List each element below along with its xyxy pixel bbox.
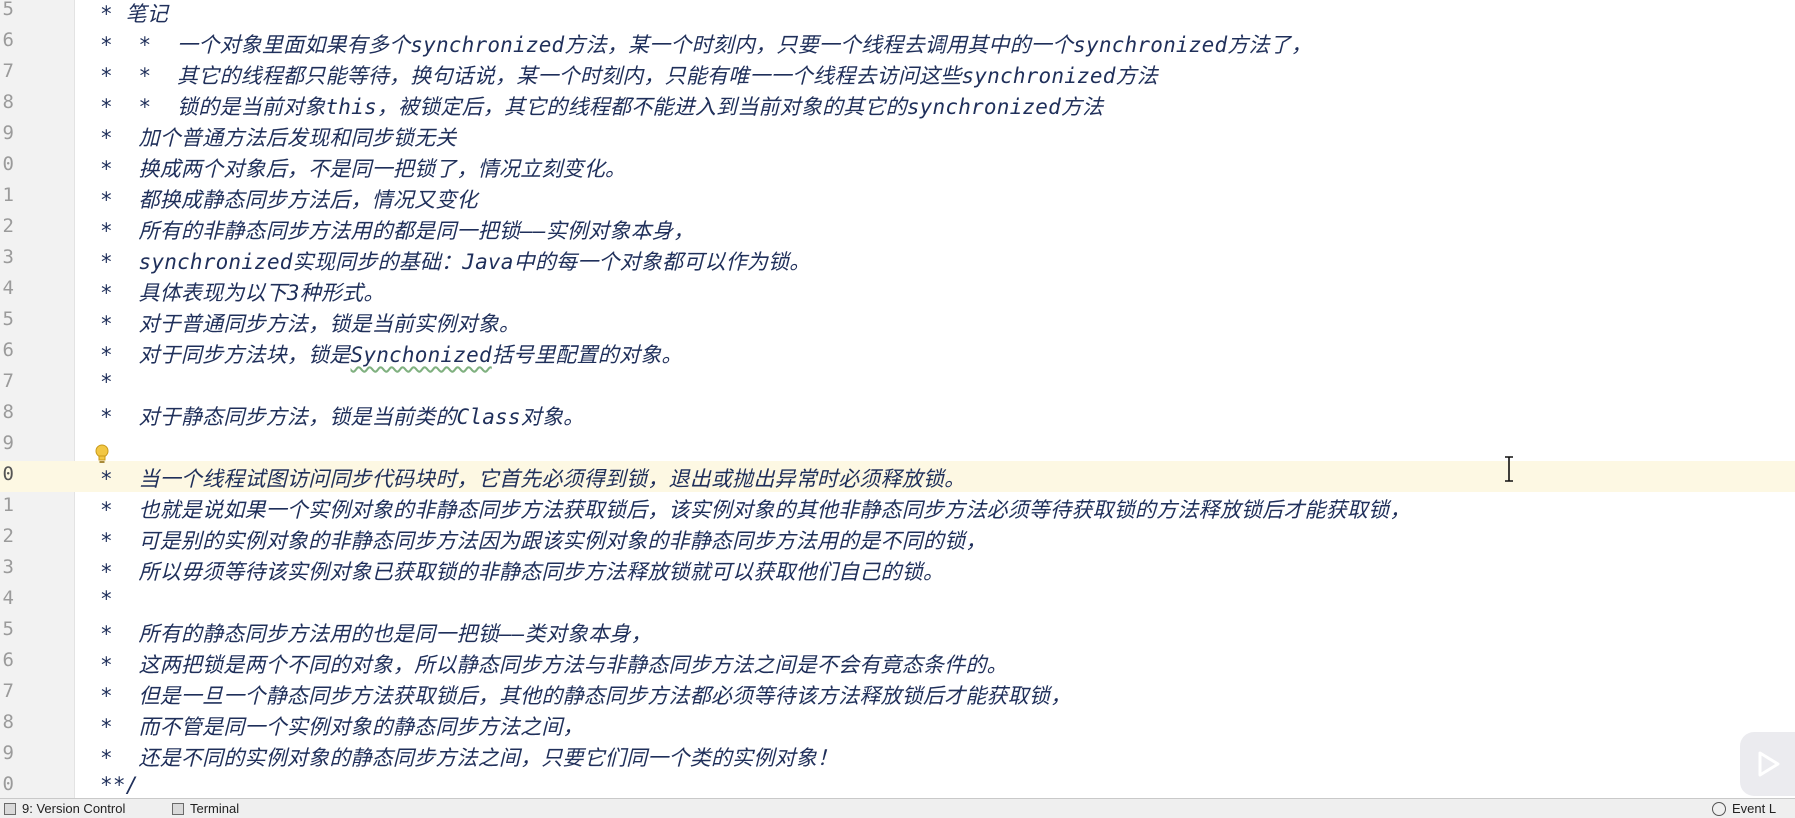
comment-text: * 所以毋须等待该实例对象已获取锁的非静态同步方法释放锁就可以获取他们自己的锁。 — [100, 560, 945, 584]
code-line[interactable]: 7 * * 其它的线程都只能等待，换句话说，某一个时刻内，只能有唯一一个线程去访问… — [0, 58, 1795, 89]
code-line[interactable]: 5 * 笔记 — [0, 0, 1795, 27]
line-number: 2 — [2, 525, 14, 547]
line-number: 0 — [2, 463, 14, 485]
line-number: 9 — [2, 742, 14, 764]
line-number: 9 — [2, 122, 14, 144]
line-number: 2 — [2, 215, 14, 237]
comment-text: * * 锁的是当前对象this，被锁定后，其它的线程都不能进入到当前对象的其它的… — [100, 95, 1104, 119]
code-line[interactable]: 3 * 所以毋须等待该实例对象已获取锁的非静态同步方法释放锁就可以获取他们自己的锁… — [0, 554, 1795, 585]
line-number: 8 — [2, 401, 14, 423]
comment-text: * * 一个对象里面如果有多个synchronized方法，某一个时刻内，只要一… — [100, 33, 1313, 57]
line-number: 5 — [2, 308, 14, 330]
comment-text: **/ — [100, 773, 139, 797]
code-line[interactable]: 5 * 对于普通同步方法，锁是当前实例对象。 — [0, 306, 1795, 337]
version-control-icon — [4, 802, 16, 815]
spellcheck-word: Synchonized — [350, 343, 492, 367]
comment-text: * 所有的非静态同步方法用的都是同一把锁——实例对象本身， — [100, 219, 695, 243]
code-line[interactable]: 8 * 对于静态同步方法，锁是当前类的Class对象。 — [0, 399, 1795, 430]
line-number: 8 — [2, 91, 14, 113]
comment-text: * 具体表现为以下3种形式。 — [100, 281, 385, 305]
line-number: 9 — [2, 432, 14, 454]
video-play-button[interactable] — [1740, 732, 1795, 796]
code-area[interactable]: 5 * 笔记 6 * * 一个对象里面如果有多个synchronized方法，某一个时… — [0, 0, 1795, 798]
version-control-label: 9: Version Control — [22, 801, 126, 816]
line-number: 5 — [2, 0, 14, 20]
comment-text: * 还是不同的实例对象的静态同步方法之间，只要它们同一个类的实例对象！ — [100, 746, 839, 770]
line-number: 3 — [2, 246, 14, 268]
comment-text: * 换成两个对象后，不是同一把锁了，情况立刻变化。 — [100, 157, 627, 181]
code-line[interactable]: 9 * 还是不同的实例对象的静态同步方法之间，只要它们同一个类的实例对象！ — [0, 740, 1795, 771]
code-line[interactable]: 8 * * 锁的是当前对象this，被锁定后，其它的线程都不能进入到当前对象的其它… — [0, 89, 1795, 120]
terminal-label: Terminal — [190, 801, 240, 816]
code-line[interactable]: 0 * 换成两个对象后，不是同一把锁了，情况立刻变化。 — [0, 151, 1795, 182]
line-number: 7 — [2, 60, 14, 82]
comment-text: * 也就是说如果一个实例对象的非静态同步方法获取锁后，该实例对象的其他非静态同步… — [100, 498, 1411, 522]
line-number: 0 — [2, 153, 14, 175]
event-log-tab[interactable]: Event L — [1712, 801, 1776, 816]
code-editor[interactable]: 5 * 笔记 6 * * 一个对象里面如果有多个synchronized方法，某一个时… — [0, 0, 1795, 798]
code-line[interactable]: 2 * 可是别的实例对象的非静态同步方法因为跟该实例对象的非静态同步方法用的是不同… — [0, 523, 1795, 554]
line-number: 4 — [2, 277, 14, 299]
code-line[interactable]: 3 * synchronized实现同步的基础：Java中的每一个对象都可以作为锁… — [0, 244, 1795, 275]
text-cursor-icon — [1505, 456, 1513, 482]
comment-text: * 但是一旦一个静态同步方法获取锁后，其他的静态同步方法都必须等待该方法释放锁后… — [100, 684, 1072, 708]
comment-text: * 对于同步方法块，锁是Synchonized括号里配置的对象。 — [100, 343, 683, 367]
terminal-tab[interactable]: Terminal — [172, 801, 239, 816]
line-number: 0 — [2, 773, 14, 795]
event-log-label: Event L — [1732, 801, 1777, 816]
line-number: 7 — [2, 680, 14, 702]
comment-text: * 对于静态同步方法，锁是当前类的Class对象。 — [100, 405, 585, 429]
code-line[interactable]: 1 * 都换成静态同步方法后，情况又变化 — [0, 182, 1795, 213]
comment-text: * synchronized实现同步的基础：Java中的每一个对象都可以作为锁。 — [100, 250, 811, 274]
terminal-icon — [172, 802, 184, 815]
event-log-icon — [1712, 801, 1726, 816]
code-line[interactable]: 7 * 但是一旦一个静态同步方法获取锁后，其他的静态同步方法都必须等待该方法释放锁… — [0, 678, 1795, 709]
play-icon — [1758, 751, 1780, 777]
code-line[interactable]: 5 * 所有的静态同步方法用的也是同一把锁——类对象本身， — [0, 616, 1795, 647]
comment-text: * 而不管是同一个实例对象的静态同步方法之间， — [100, 715, 584, 739]
status-bar: 9: Version Control Terminal Event L — [0, 798, 1795, 818]
line-number: 6 — [2, 649, 14, 671]
code-line[interactable]: 1 * 也就是说如果一个实例对象的非静态同步方法获取锁后，该实例对象的其他非静态同… — [0, 492, 1795, 523]
line-number: 1 — [2, 494, 14, 516]
code-line[interactable]: 0 **/ — [0, 771, 1795, 798]
comment-text: * 可是别的实例对象的非静态同步方法因为跟该实例对象的非静态同步方法用的是不同的… — [100, 529, 987, 553]
comment-text: * 笔记 — [100, 2, 169, 26]
code-line[interactable]: 4 * — [0, 585, 1795, 616]
code-line[interactable]: 6 * 这两把锁是两个不同的对象，所以静态同步方法与非静态同步方法之间是不会有竟态… — [0, 647, 1795, 678]
code-line[interactable]: 6 * * 一个对象里面如果有多个synchronized方法，某一个时刻内，只要… — [0, 27, 1795, 58]
comment-text: * * 其它的线程都只能等待，换句话说，某一个时刻内，只能有唯一一个线程去访问这… — [100, 64, 1158, 88]
line-number: 4 — [2, 587, 14, 609]
line-number: 7 — [2, 370, 14, 392]
line-number: 1 — [2, 184, 14, 206]
code-line[interactable]: 6 * 对于同步方法块，锁是Synchonized括号里配置的对象。 — [0, 337, 1795, 368]
line-number: 8 — [2, 711, 14, 733]
comment-text: * 这两把锁是两个不同的对象，所以静态同步方法与非静态同步方法之间是不会有竟态条… — [100, 653, 1008, 677]
code-line[interactable]: 7 * — [0, 368, 1795, 399]
line-number: 3 — [2, 556, 14, 578]
comment-text: * 当一个线程试图访问同步代码块时，它首先必须得到锁，退出或抛出异常时必须释放锁… — [100, 467, 966, 491]
code-line[interactable]: 9 — [0, 430, 1795, 461]
comment-text: * 对于普通同步方法，锁是当前实例对象。 — [100, 312, 521, 336]
comment-text: * — [100, 370, 113, 394]
line-number: 6 — [2, 339, 14, 361]
comment-text: * 加个普通方法后发现和同步锁无关 — [100, 126, 457, 150]
lightbulb-icon[interactable] — [94, 444, 110, 466]
comment-text: * 都换成静态同步方法后，情况又变化 — [100, 188, 478, 212]
line-number: 5 — [2, 618, 14, 640]
line-number: 6 — [2, 29, 14, 51]
code-line[interactable]: 2 * 所有的非静态同步方法用的都是同一把锁——实例对象本身， — [0, 213, 1795, 244]
comment-text: * — [100, 587, 113, 611]
code-line[interactable]: 9 * 加个普通方法后发现和同步锁无关 — [0, 120, 1795, 151]
code-line[interactable]: 8 * 而不管是同一个实例对象的静态同步方法之间， — [0, 709, 1795, 740]
code-line-current[interactable]: 0 * 当一个线程试图访问同步代码块时，它首先必须得到锁，退出或抛出异常时必须释放… — [0, 461, 1795, 492]
comment-text: * 所有的静态同步方法用的也是同一把锁——类对象本身， — [100, 622, 652, 646]
code-line[interactable]: 4 * 具体表现为以下3种形式。 — [0, 275, 1795, 306]
version-control-tab[interactable]: 9: Version Control — [4, 801, 125, 816]
